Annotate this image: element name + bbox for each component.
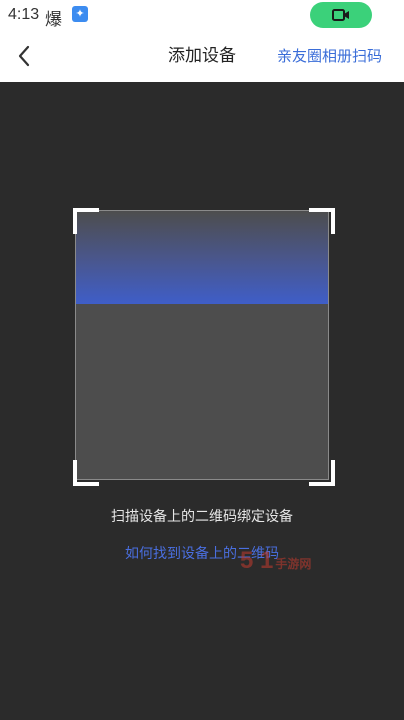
- status-time: 4:13: [8, 6, 40, 23]
- watermark-suffix: 手游网: [275, 557, 312, 571]
- nav-bar: 添加设备 亲友圈相册扫码: [0, 30, 404, 82]
- scan-corner-top-left: [73, 208, 99, 234]
- scan-hint: 扫描设备上的二维码绑定设备: [111, 509, 293, 525]
- badge-icon: ✦: [72, 6, 88, 22]
- scan-frame: [75, 210, 329, 480]
- scan-corner-bottom-right: [309, 460, 335, 486]
- status-app-glyph: 爆: [45, 10, 62, 30]
- scan-corner-top-right: [309, 208, 335, 234]
- back-button[interactable]: [8, 40, 40, 72]
- scan-corner-bottom-left: [73, 460, 99, 486]
- status-bar: 4:13 爆 ✦: [0, 0, 404, 30]
- watermark-logo: 5 1 手游网: [240, 547, 311, 577]
- video-camera-icon: [332, 9, 349, 21]
- album-scan-link[interactable]: 亲友圈相册扫码: [277, 30, 382, 82]
- video-call-pill[interactable]: [310, 2, 372, 28]
- scanner-viewport: 扫描设备上的二维码绑定设备 如何找到设备上的二维码: [0, 82, 404, 720]
- scan-line: [76, 211, 328, 304]
- watermark-brand: 5 1: [240, 547, 274, 574]
- chevron-left-icon: [18, 45, 30, 67]
- qr-help-link[interactable]: 如何找到设备上的二维码: [0, 543, 404, 563]
